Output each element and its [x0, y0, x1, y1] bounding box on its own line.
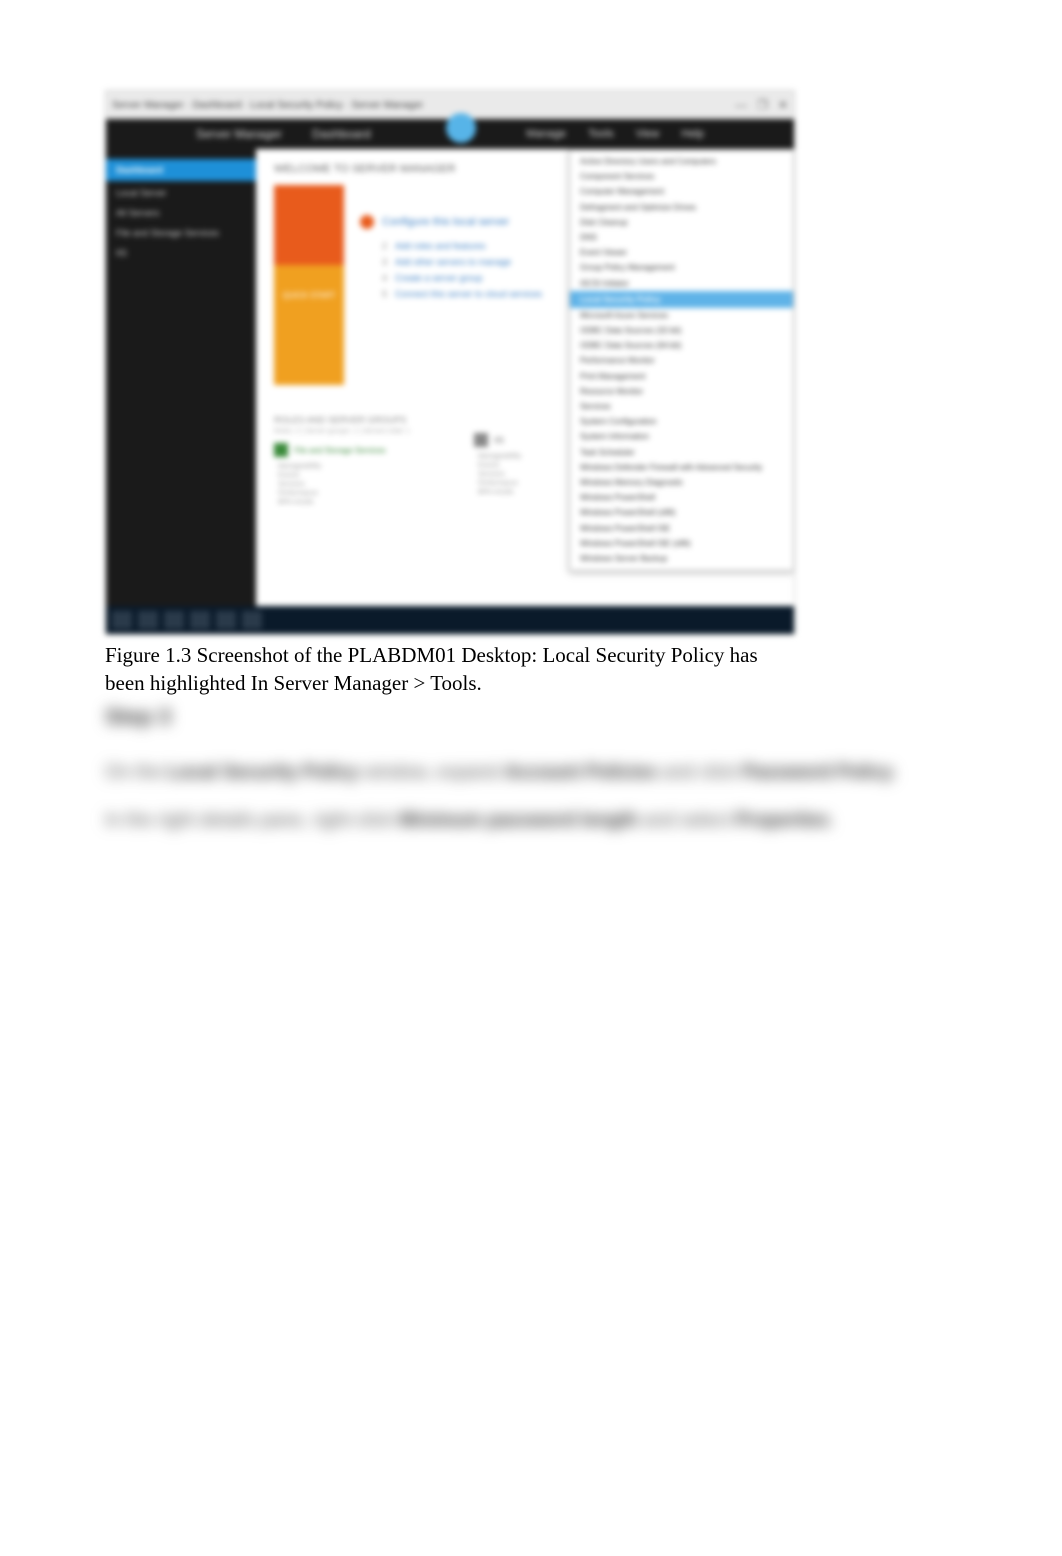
role-title-2[interactable]: IIS — [494, 436, 504, 445]
role1-line[interactable]: Performance — [278, 490, 424, 497]
minimize-icon[interactable]: — — [735, 98, 747, 112]
tile-quickstart: QUICK START — [274, 265, 344, 325]
role-block-file-storage: ROLES AND SERVER GROUPS Roles: 2 | Serve… — [274, 415, 424, 508]
refresh-icon[interactable] — [446, 113, 476, 143]
tools-item[interactable]: Event Viewer — [570, 245, 793, 260]
taskbar-button[interactable] — [242, 611, 262, 629]
tools-dropdown: Active Directory Users and Computers Com… — [569, 149, 794, 571]
tools-item[interactable]: Component Services — [570, 169, 793, 184]
role1-line[interactable]: BPA results — [278, 499, 424, 506]
tools-item[interactable]: Windows PowerShell ISE (x86) — [570, 536, 793, 551]
menu-manage[interactable]: Manage — [526, 128, 566, 140]
app-body: Dashboard Local Server All Servers File … — [106, 149, 794, 606]
maximize-icon[interactable]: ❐ — [757, 98, 768, 112]
sidebar-item-local-server[interactable]: Local Server — [106, 185, 256, 201]
tools-item[interactable]: Windows Memory Diagnostic — [570, 475, 793, 490]
role1-line[interactable]: Events — [278, 472, 424, 479]
tools-item[interactable]: Group Policy Management — [570, 260, 793, 275]
sidebar-item-all-servers[interactable]: All Servers — [106, 205, 256, 221]
tools-item[interactable]: Performance Monitor — [570, 353, 793, 368]
tile-amber — [274, 325, 344, 385]
step-heading: Step 3 — [105, 704, 957, 730]
tools-item[interactable]: System Configuration — [570, 414, 793, 429]
screenshot-server-manager: Server Manager · Dashboard · Local Secur… — [105, 90, 795, 635]
tools-item[interactable]: Microsoft Azure Services — [570, 308, 793, 323]
tools-item[interactable]: Windows PowerShell (x86) — [570, 505, 793, 520]
tools-item[interactable]: Services — [570, 399, 793, 414]
roles-subheader: Roles: 2 | Server groups: 1 | Servers to… — [274, 428, 424, 435]
taskbar — [106, 606, 794, 634]
tools-item[interactable]: Windows Defender Firewall with Advanced … — [570, 460, 793, 475]
role-title-1[interactable]: File and Storage Services — [294, 446, 386, 455]
window-controls: — ❐ ✕ — [735, 98, 788, 112]
close-icon[interactable]: ✕ — [778, 98, 788, 112]
bullet-icon — [360, 215, 374, 229]
taskbar-button[interactable] — [164, 611, 184, 629]
file-storage-icon — [274, 443, 288, 457]
sidebar-item-iis[interactable]: IIS — [106, 245, 256, 261]
tools-item[interactable]: iSCSI Initiator — [570, 276, 793, 291]
breadcrumb-section[interactable]: Dashboard — [312, 127, 371, 141]
tile-orange — [274, 185, 344, 265]
tools-item[interactable]: Windows PowerShell — [570, 490, 793, 505]
tools-item-local-security-policy[interactable]: Local Security Policy — [570, 291, 793, 308]
menu-view[interactable]: View — [636, 128, 660, 140]
role1-line[interactable]: Services — [278, 481, 424, 488]
tools-item[interactable]: ODBC Data Sources (64-bit) — [570, 338, 793, 353]
tools-item[interactable]: Disk Cleanup — [570, 215, 793, 230]
tools-item[interactable]: DNS — [570, 230, 793, 245]
figure-caption: Figure 1.3 Screenshot of the PLABDM01 De… — [105, 641, 795, 698]
tools-item[interactable]: ODBC Data Sources (32-bit) — [570, 323, 793, 338]
role1-line[interactable]: Manageability — [278, 463, 424, 470]
link-add-roles[interactable]: Add roles and features — [395, 241, 486, 251]
roles-header: ROLES AND SERVER GROUPS — [274, 415, 424, 425]
configure-server-link[interactable]: Configure this local server — [382, 216, 509, 228]
link-cloud[interactable]: Connect this server to cloud services — [395, 289, 542, 299]
tools-item[interactable]: Computer Management — [570, 184, 793, 199]
breadcrumb-root[interactable]: Server Manager — [196, 127, 282, 141]
quickstart-tiles: QUICK START — [274, 185, 344, 385]
link-create-group[interactable]: Create a server group — [395, 273, 483, 283]
tools-item[interactable]: Defragment and Optimize Drives — [570, 200, 793, 215]
taskbar-button[interactable] — [216, 611, 236, 629]
tools-item[interactable]: System Information — [570, 429, 793, 444]
sidebar: Dashboard Local Server All Servers File … — [106, 149, 256, 606]
tools-item[interactable]: Resource Monitor — [570, 384, 793, 399]
tools-item[interactable]: Windows Server Backup — [570, 551, 793, 566]
link-add-servers[interactable]: Add other servers to manage — [395, 257, 511, 267]
menu-help[interactable]: Help — [681, 128, 704, 140]
blurred-content: Step 3 On the Local Security Policy wind… — [105, 704, 957, 840]
taskbar-button[interactable] — [138, 611, 158, 629]
start-button[interactable] — [112, 611, 132, 629]
breadcrumb-bar: Server Manager Dashboard Manage Tools Vi… — [106, 119, 794, 149]
tools-item[interactable]: Print Management — [570, 369, 793, 384]
window-title: Server Manager · Dashboard · Local Secur… — [112, 100, 423, 111]
tools-item[interactable]: Active Directory Users and Computers — [570, 154, 793, 169]
window-titlebar: Server Manager · Dashboard · Local Secur… — [106, 91, 794, 119]
tools-item[interactable]: Windows PowerShell ISE — [570, 521, 793, 536]
main-panel: WELCOME TO SERVER MANAGER QUICK START Co… — [256, 149, 794, 606]
menu-tools[interactable]: Tools — [588, 128, 614, 140]
taskbar-button[interactable] — [190, 611, 210, 629]
instruction-paragraph-2: In the right details pane, right-click M… — [105, 802, 957, 840]
sidebar-item-dashboard[interactable]: Dashboard — [106, 159, 256, 181]
tools-item[interactable]: Task Scheduler — [570, 445, 793, 460]
sidebar-item-file-storage[interactable]: File and Storage Services — [106, 225, 256, 241]
quickstart-list: Configure this local server 2Add roles a… — [360, 185, 542, 305]
iis-icon — [474, 433, 488, 447]
instruction-paragraph-1: On the Local Security Policy window, exp… — [105, 754, 957, 792]
